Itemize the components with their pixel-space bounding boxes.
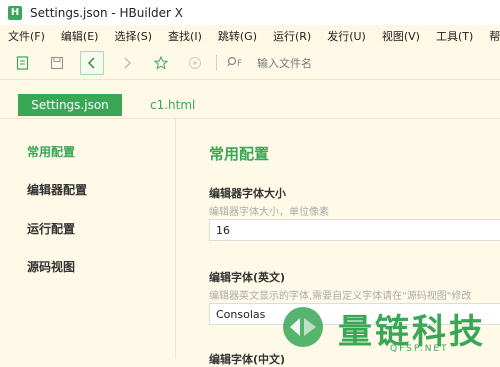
back-icon[interactable] <box>80 51 104 75</box>
forward-icon[interactable] <box>116 52 138 74</box>
font-size-input[interactable]: 16 <box>209 219 500 241</box>
menu-tools[interactable]: 工具(T) <box>428 28 481 44</box>
font-size-label: 编辑器字体大小 <box>209 187 286 200</box>
tab-settings-json[interactable]: Settings.json <box>18 94 122 116</box>
hbuilder-logo-icon: H <box>8 5 22 20</box>
nav-item-source-view[interactable]: 源码视图 <box>27 258 75 275</box>
toolbar-divider <box>216 55 217 71</box>
menu-select[interactable]: 选择(S) <box>106 28 160 44</box>
font-size-hint: 编辑器字体大小，单位像素 <box>209 207 329 218</box>
font-cn-label: 编辑字体(中文) <box>209 353 286 366</box>
watermark-subtext: QFSP.NET <box>390 344 449 354</box>
save-icon[interactable] <box>46 52 68 74</box>
menu-help[interactable]: 帮助( <box>481 28 500 44</box>
bookmark-icon[interactable] <box>150 52 172 74</box>
font-en-label: 编辑字体(英文) <box>209 271 286 284</box>
watermark: 量链科技 QFSP.NET <box>280 300 500 359</box>
menu-publish[interactable]: 发行(U) <box>319 28 374 44</box>
settings-nav: 常用配置 编辑器配置 运行配置 源码视图 <box>0 119 176 359</box>
nav-item-run[interactable]: 运行配置 <box>27 220 75 237</box>
menu-edit[interactable]: 编辑(E) <box>53 28 107 44</box>
run-icon[interactable] <box>184 52 206 74</box>
title-bar: H Settings.json - HBuilder X <box>0 0 500 25</box>
watermark-logo-icon <box>283 307 323 347</box>
menu-file[interactable]: 文件(F) <box>0 28 53 44</box>
toolbar: F <box>0 47 500 80</box>
nav-item-common[interactable]: 常用配置 <box>27 143 75 160</box>
editor-tab-bar: Settings.json c1.html <box>0 80 500 119</box>
menu-run[interactable]: 运行(R) <box>265 28 319 44</box>
new-file-icon[interactable] <box>12 52 34 74</box>
file-search: F <box>227 55 439 72</box>
menu-goto[interactable]: 跳转(G) <box>210 28 265 44</box>
svg-text:F: F <box>237 59 242 69</box>
menu-find[interactable]: 查找(I) <box>160 28 210 44</box>
file-search-input[interactable] <box>255 55 439 71</box>
menu-bar: 文件(F) 编辑(E) 选择(S) 查找(I) 跳转(G) 运行(R) 发行(U… <box>0 25 500 47</box>
menu-view[interactable]: 视图(V) <box>374 28 428 44</box>
nav-item-editor[interactable]: 编辑器配置 <box>27 181 87 198</box>
section-title: 常用配置 <box>209 145 270 163</box>
window-title: Settings.json - HBuilder X <box>30 5 184 20</box>
file-search-icon[interactable]: F <box>227 55 245 72</box>
tab-c1-html[interactable]: c1.html <box>150 94 195 116</box>
